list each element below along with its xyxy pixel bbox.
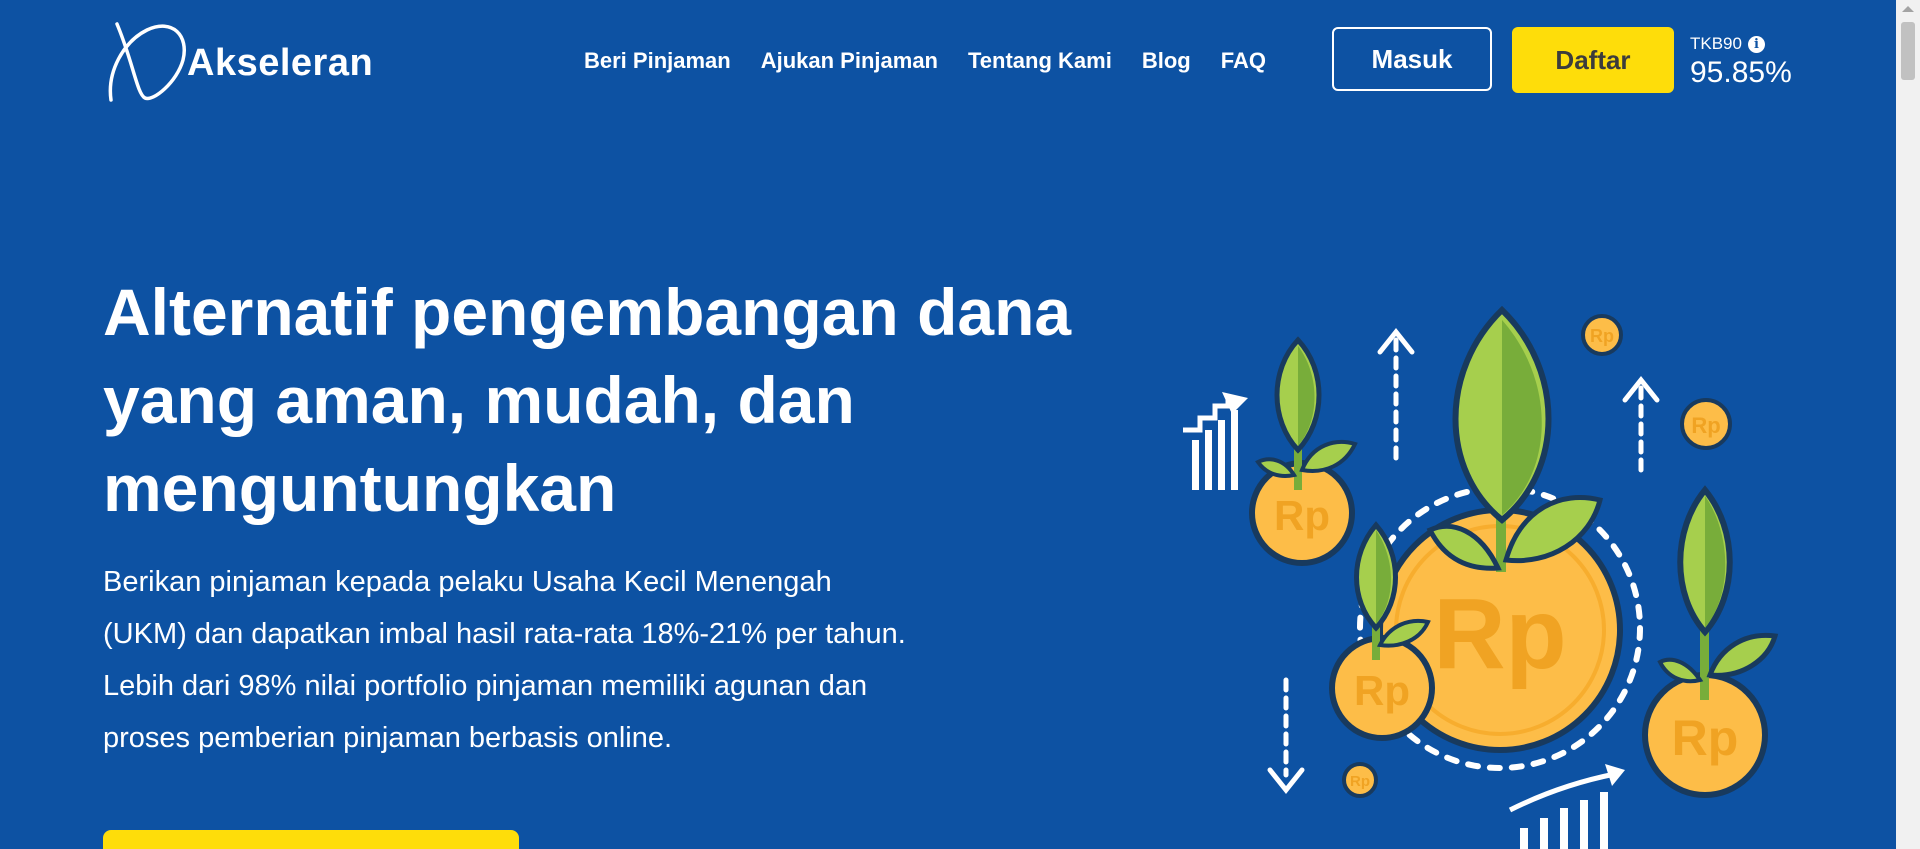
hero-title: Alternatif pengembangan dana yang aman, … xyxy=(103,268,1183,532)
tkb-label: TKB90 xyxy=(1690,34,1742,53)
tkb-indicator: TKB90 i 95.85% xyxy=(1690,34,1792,90)
nav-item-blog[interactable]: Blog xyxy=(1142,48,1191,74)
svg-text:Rp: Rp xyxy=(1691,413,1720,438)
arrow-down-icon xyxy=(1267,677,1305,795)
arrow-up-icon xyxy=(1377,327,1415,463)
growth-illustration: Rp Rp Rp Rp Rp Rp Rp xyxy=(1183,305,1779,849)
tkb-value: 95.85% xyxy=(1690,56,1792,89)
hero-cta-button[interactable] xyxy=(103,830,519,849)
vertical-scrollbar[interactable] xyxy=(1896,0,1920,849)
big-plant-icon xyxy=(1426,305,1604,572)
hero-description-line: (UKM) dan dapatkan imbal hasil rata-rata… xyxy=(103,618,906,650)
register-button[interactable]: Daftar xyxy=(1512,27,1674,93)
growth-bars-icon xyxy=(1508,764,1625,849)
nav-item-beri-pinjaman[interactable]: Beri Pinjaman xyxy=(584,48,731,74)
svg-text:Rp: Rp xyxy=(1672,710,1739,766)
login-button[interactable]: Masuk xyxy=(1332,27,1492,91)
floating-coin-icon: Rp xyxy=(1680,398,1732,450)
main-nav: Beri Pinjaman Ajukan Pinjaman Tentang Ka… xyxy=(584,46,1266,76)
svg-text:Rp: Rp xyxy=(1354,667,1410,714)
hero-title-line: menguntungkan xyxy=(103,451,617,525)
coin-label: Rp xyxy=(1433,578,1566,690)
svg-text:Rp: Rp xyxy=(1274,492,1330,539)
nav-item-tentang-kami[interactable]: Tentang Kami xyxy=(968,48,1112,74)
akseleran-logo-icon xyxy=(108,22,186,102)
small-coin-icon: Rp xyxy=(1642,485,1779,798)
scrollbar-thumb[interactable] xyxy=(1901,22,1915,80)
brand-logo[interactable]: Akseleran xyxy=(103,22,373,104)
hero-description-line: Lebih dari 98% nilai portfolio pinjaman … xyxy=(103,670,868,702)
brand-name: Akseleran xyxy=(187,41,374,84)
hero-title-line: Alternatif pengembangan dana xyxy=(103,275,1072,349)
floating-coin-icon: Rp xyxy=(1581,314,1623,356)
arrow-up-icon xyxy=(1622,375,1660,473)
svg-text:Rp: Rp xyxy=(1590,326,1614,346)
svg-text:Rp: Rp xyxy=(1350,773,1370,790)
hero-description-line: proses pemberian pinjaman berbasis onlin… xyxy=(103,722,673,754)
small-coin-icon: Rp xyxy=(1249,336,1358,566)
floating-coin-icon: Rp xyxy=(1342,762,1378,798)
bar-chart-icon xyxy=(1183,392,1248,490)
hero-title-line: yang aman, mudah, dan xyxy=(103,363,855,437)
scroll-up-arrow-icon[interactable] xyxy=(1902,6,1914,12)
info-icon[interactable]: i xyxy=(1747,35,1765,53)
nav-item-ajukan-pinjaman[interactable]: Ajukan Pinjaman xyxy=(761,48,938,74)
page: Akseleran Beri Pinjaman Ajukan Pinjaman … xyxy=(0,0,1896,849)
nav-item-faq[interactable]: FAQ xyxy=(1221,48,1266,74)
hero-description: Berikan pinjaman kepada pelaku Usaha Kec… xyxy=(103,556,1003,764)
hero-description-line: Berikan pinjaman kepada pelaku Usaha Kec… xyxy=(103,566,832,598)
